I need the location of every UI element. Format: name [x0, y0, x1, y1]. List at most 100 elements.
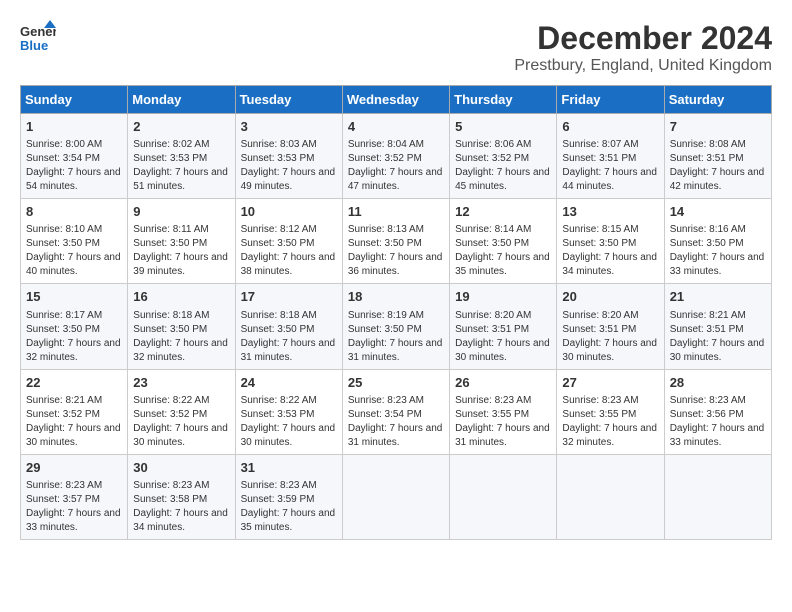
cell-daylight: Daylight: 7 hours and 33 minutes. [670, 251, 766, 279]
cell-daylight: Daylight: 7 hours and 31 minutes. [241, 337, 337, 365]
cell-sunrise: Sunrise: 8:14 AM [455, 223, 551, 237]
cell-day-number: 24 [241, 374, 337, 392]
cell-sunrise: Sunrise: 8:23 AM [26, 479, 122, 493]
cell-daylight: Daylight: 7 hours and 36 minutes. [348, 251, 444, 279]
cell-sunset: Sunset: 3:50 PM [562, 237, 658, 251]
cell-day-number: 12 [455, 203, 551, 221]
cell-sunrise: Sunrise: 8:23 AM [133, 479, 229, 493]
cell-day-number: 21 [670, 288, 766, 306]
logo: General Blue [20, 20, 56, 56]
cell-sunset: Sunset: 3:50 PM [348, 323, 444, 337]
cell-daylight: Daylight: 7 hours and 44 minutes. [562, 166, 658, 194]
calendar-week-row: 15 Sunrise: 8:17 AM Sunset: 3:50 PM Dayl… [21, 284, 772, 369]
cell-daylight: Daylight: 7 hours and 32 minutes. [26, 337, 122, 365]
calendar-cell: 25 Sunrise: 8:23 AM Sunset: 3:54 PM Dayl… [342, 369, 449, 454]
calendar-cell: 10 Sunrise: 8:12 AM Sunset: 3:50 PM Dayl… [235, 199, 342, 284]
cell-day-number: 25 [348, 374, 444, 392]
col-saturday: Saturday [664, 86, 771, 114]
calendar-week-row: 1 Sunrise: 8:00 AM Sunset: 3:54 PM Dayli… [21, 114, 772, 199]
cell-sunrise: Sunrise: 8:23 AM [670, 394, 766, 408]
calendar-cell: 24 Sunrise: 8:22 AM Sunset: 3:53 PM Dayl… [235, 369, 342, 454]
calendar-cell: 18 Sunrise: 8:19 AM Sunset: 3:50 PM Dayl… [342, 284, 449, 369]
cell-sunset: Sunset: 3:52 PM [26, 408, 122, 422]
page-subtitle: Prestbury, England, United Kingdom [514, 57, 772, 75]
cell-sunrise: Sunrise: 8:15 AM [562, 223, 658, 237]
cell-day-number: 30 [133, 459, 229, 477]
cell-sunrise: Sunrise: 8:08 AM [670, 138, 766, 152]
cell-daylight: Daylight: 7 hours and 47 minutes. [348, 166, 444, 194]
cell-daylight: Daylight: 7 hours and 30 minutes. [670, 337, 766, 365]
calendar-cell: 21 Sunrise: 8:21 AM Sunset: 3:51 PM Dayl… [664, 284, 771, 369]
cell-sunset: Sunset: 3:53 PM [133, 152, 229, 166]
cell-sunset: Sunset: 3:51 PM [562, 323, 658, 337]
cell-daylight: Daylight: 7 hours and 30 minutes. [455, 337, 551, 365]
cell-day-number: 2 [133, 118, 229, 136]
col-monday: Monday [128, 86, 235, 114]
cell-sunset: Sunset: 3:50 PM [133, 237, 229, 251]
cell-day-number: 18 [348, 288, 444, 306]
cell-day-number: 27 [562, 374, 658, 392]
cell-daylight: Daylight: 7 hours and 45 minutes. [455, 166, 551, 194]
col-tuesday: Tuesday [235, 86, 342, 114]
cell-daylight: Daylight: 7 hours and 30 minutes. [241, 422, 337, 450]
cell-sunset: Sunset: 3:53 PM [241, 152, 337, 166]
cell-sunrise: Sunrise: 8:11 AM [133, 223, 229, 237]
calendar-cell: 28 Sunrise: 8:23 AM Sunset: 3:56 PM Dayl… [664, 369, 771, 454]
cell-sunset: Sunset: 3:50 PM [26, 323, 122, 337]
calendar-cell [450, 454, 557, 539]
calendar-cell: 9 Sunrise: 8:11 AM Sunset: 3:50 PM Dayli… [128, 199, 235, 284]
page-header: General Blue December 2024 Prestbury, En… [20, 20, 772, 75]
cell-sunrise: Sunrise: 8:23 AM [241, 479, 337, 493]
calendar-cell [664, 454, 771, 539]
cell-daylight: Daylight: 7 hours and 31 minutes. [455, 422, 551, 450]
cell-daylight: Daylight: 7 hours and 54 minutes. [26, 166, 122, 194]
cell-sunset: Sunset: 3:53 PM [241, 408, 337, 422]
col-wednesday: Wednesday [342, 86, 449, 114]
col-friday: Friday [557, 86, 664, 114]
cell-day-number: 29 [26, 459, 122, 477]
cell-sunrise: Sunrise: 8:02 AM [133, 138, 229, 152]
cell-day-number: 28 [670, 374, 766, 392]
cell-sunset: Sunset: 3:54 PM [348, 408, 444, 422]
cell-day-number: 19 [455, 288, 551, 306]
cell-sunrise: Sunrise: 8:18 AM [241, 309, 337, 323]
cell-sunset: Sunset: 3:50 PM [133, 323, 229, 337]
calendar-cell: 26 Sunrise: 8:23 AM Sunset: 3:55 PM Dayl… [450, 369, 557, 454]
calendar-cell: 12 Sunrise: 8:14 AM Sunset: 3:50 PM Dayl… [450, 199, 557, 284]
cell-sunrise: Sunrise: 8:22 AM [241, 394, 337, 408]
cell-day-number: 11 [348, 203, 444, 221]
cell-daylight: Daylight: 7 hours and 34 minutes. [562, 251, 658, 279]
cell-sunrise: Sunrise: 8:10 AM [26, 223, 122, 237]
cell-sunset: Sunset: 3:58 PM [133, 493, 229, 507]
cell-sunrise: Sunrise: 8:04 AM [348, 138, 444, 152]
cell-day-number: 8 [26, 203, 122, 221]
calendar-cell: 31 Sunrise: 8:23 AM Sunset: 3:59 PM Dayl… [235, 454, 342, 539]
cell-daylight: Daylight: 7 hours and 35 minutes. [241, 507, 337, 535]
calendar-cell: 11 Sunrise: 8:13 AM Sunset: 3:50 PM Dayl… [342, 199, 449, 284]
cell-sunrise: Sunrise: 8:20 AM [455, 309, 551, 323]
cell-sunrise: Sunrise: 8:00 AM [26, 138, 122, 152]
cell-sunrise: Sunrise: 8:18 AM [133, 309, 229, 323]
calendar-cell: 2 Sunrise: 8:02 AM Sunset: 3:53 PM Dayli… [128, 114, 235, 199]
cell-sunset: Sunset: 3:50 PM [26, 237, 122, 251]
cell-sunset: Sunset: 3:50 PM [348, 237, 444, 251]
cell-sunset: Sunset: 3:50 PM [455, 237, 551, 251]
calendar-header-row: Sunday Monday Tuesday Wednesday Thursday… [21, 86, 772, 114]
svg-text:Blue: Blue [20, 38, 48, 53]
cell-sunset: Sunset: 3:52 PM [455, 152, 551, 166]
cell-sunset: Sunset: 3:51 PM [670, 152, 766, 166]
cell-day-number: 23 [133, 374, 229, 392]
cell-sunrise: Sunrise: 8:06 AM [455, 138, 551, 152]
cell-day-number: 4 [348, 118, 444, 136]
calendar-week-row: 22 Sunrise: 8:21 AM Sunset: 3:52 PM Dayl… [21, 369, 772, 454]
calendar-cell: 29 Sunrise: 8:23 AM Sunset: 3:57 PM Dayl… [21, 454, 128, 539]
calendar-cell: 14 Sunrise: 8:16 AM Sunset: 3:50 PM Dayl… [664, 199, 771, 284]
cell-sunrise: Sunrise: 8:07 AM [562, 138, 658, 152]
cell-sunrise: Sunrise: 8:12 AM [241, 223, 337, 237]
cell-sunrise: Sunrise: 8:23 AM [348, 394, 444, 408]
cell-sunset: Sunset: 3:50 PM [670, 237, 766, 251]
cell-day-number: 17 [241, 288, 337, 306]
cell-daylight: Daylight: 7 hours and 42 minutes. [670, 166, 766, 194]
cell-daylight: Daylight: 7 hours and 30 minutes. [133, 422, 229, 450]
cell-sunset: Sunset: 3:55 PM [562, 408, 658, 422]
